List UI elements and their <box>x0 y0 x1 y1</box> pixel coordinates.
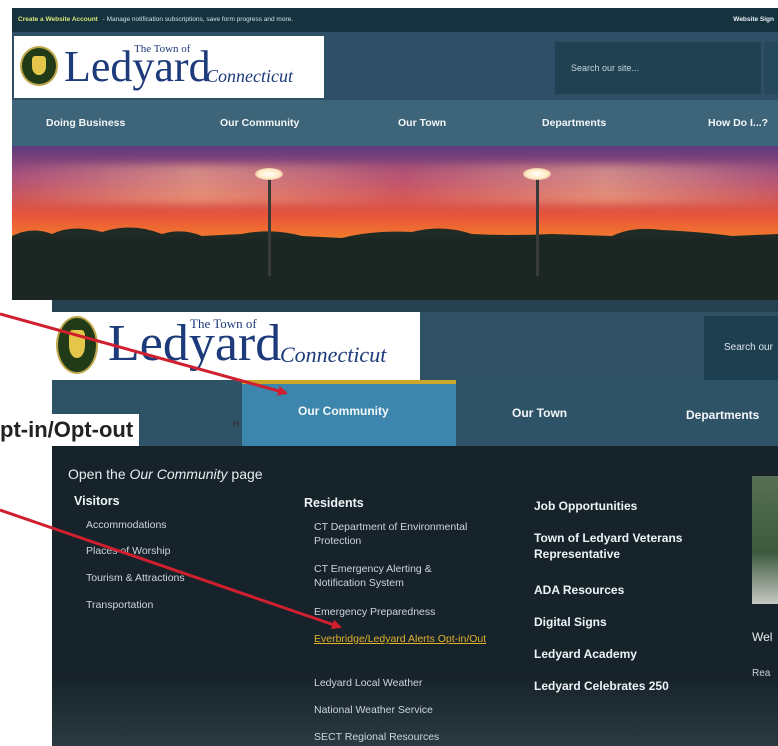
menu-item-sect-regional[interactable]: SECT Regional Resources <box>314 730 439 744</box>
featured-image <box>752 476 778 604</box>
nav-our-community[interactable]: Our Community <box>220 100 299 146</box>
menu-item-job-opportunities[interactable]: Job Opportunities <box>534 498 637 514</box>
callout-close-quote: ” <box>232 417 240 442</box>
menu-item-veterans-representative[interactable]: Town of Ledyard Veterans Representative <box>534 530 724 562</box>
logo-name: Ledyard <box>64 42 211 91</box>
featured-title[interactable]: Wel <box>752 630 772 644</box>
stadium-light <box>523 168 551 180</box>
menu-item-accommodations[interactable]: Accommodations <box>86 518 167 532</box>
menu-item-ada-resources[interactable]: ADA Resources <box>534 582 624 598</box>
logo-name: Ledyard <box>108 315 282 372</box>
website-sign-in-link[interactable]: Website Sign <box>733 8 774 32</box>
menu-item-digital-signs[interactable]: Digital Signs <box>534 614 607 630</box>
menu-item-ct-dep[interactable]: CT Department of Environmental Protectio… <box>314 520 514 548</box>
town-logo[interactable]: The Town of Ledyard Connecticut <box>14 36 324 98</box>
search-input[interactable]: Search our <box>704 316 778 380</box>
featured-read-more[interactable]: Rea <box>752 668 770 679</box>
menu-item-ct-alerting[interactable]: CT Emergency Alerting & Notification Sys… <box>314 562 474 590</box>
menu-item-tourism-attractions[interactable]: Tourism & Attractions <box>86 571 185 585</box>
town-seal-icon <box>20 46 58 86</box>
nav-how-do-i[interactable]: How Do I...? <box>708 100 768 146</box>
nav-departments[interactable]: Departments <box>686 408 759 422</box>
search-icon[interactable] <box>764 42 778 94</box>
menu-item-transportation[interactable]: Transportation <box>86 598 153 612</box>
town-logo[interactable]: The Town of Ledyard Connecticut <box>52 312 420 380</box>
nav-departments[interactable]: Departments <box>542 100 606 146</box>
menu-item-everbridge-alerts[interactable]: Everbridge/Ledyard Alerts Opt-in/Out <box>314 632 510 646</box>
stadium-light <box>255 168 283 180</box>
create-account-link[interactable]: Create a Website Account <box>18 16 98 23</box>
callout-label: pt-in/Opt-out <box>0 414 140 446</box>
residents-heading[interactable]: Residents <box>304 496 364 510</box>
menu-item-national-weather-service[interactable]: National Weather Service <box>314 703 433 717</box>
bottom-screenshot: The Town of Ledyard Connecticut Search o… <box>52 300 778 746</box>
utility-bar: Create a Website Account - Manage notifi… <box>12 8 778 32</box>
logo-state: Connecticut <box>280 342 387 367</box>
main-nav: Doing Business Our Community Our Town De… <box>12 100 778 146</box>
sunset-banner-image <box>12 146 778 300</box>
utility-text: - Manage notification subscriptions, sav… <box>102 16 294 23</box>
nav-our-town[interactable]: Our Town <box>398 100 446 146</box>
top-screenshot: Create a Website Account - Manage notifi… <box>12 8 778 300</box>
nav-our-community[interactable]: Our Community <box>298 404 389 418</box>
menu-item-ledyard-celebrates-250[interactable]: Ledyard Celebrates 250 <box>534 678 669 694</box>
visitors-heading[interactable]: Visitors <box>74 494 120 508</box>
community-mega-menu <box>52 446 778 746</box>
town-seal-icon <box>56 316 98 374</box>
nav-doing-business[interactable]: Doing Business <box>46 100 125 146</box>
menu-item-places-of-worship[interactable]: Places of Worship <box>86 544 170 558</box>
open-our-community-page-link[interactable]: Open the Our Community page <box>68 466 263 482</box>
menu-item-emergency-preparedness[interactable]: Emergency Preparedness <box>314 605 435 619</box>
menu-item-ledyard-academy[interactable]: Ledyard Academy <box>534 646 637 662</box>
logo-state: Connecticut <box>206 66 293 86</box>
menu-item-local-weather[interactable]: Ledyard Local Weather <box>314 676 422 690</box>
main-nav: Our Community Our Town Departments <box>52 380 778 446</box>
nav-our-town[interactable]: Our Town <box>512 406 567 420</box>
search-input[interactable]: Search our site... <box>555 42 761 94</box>
